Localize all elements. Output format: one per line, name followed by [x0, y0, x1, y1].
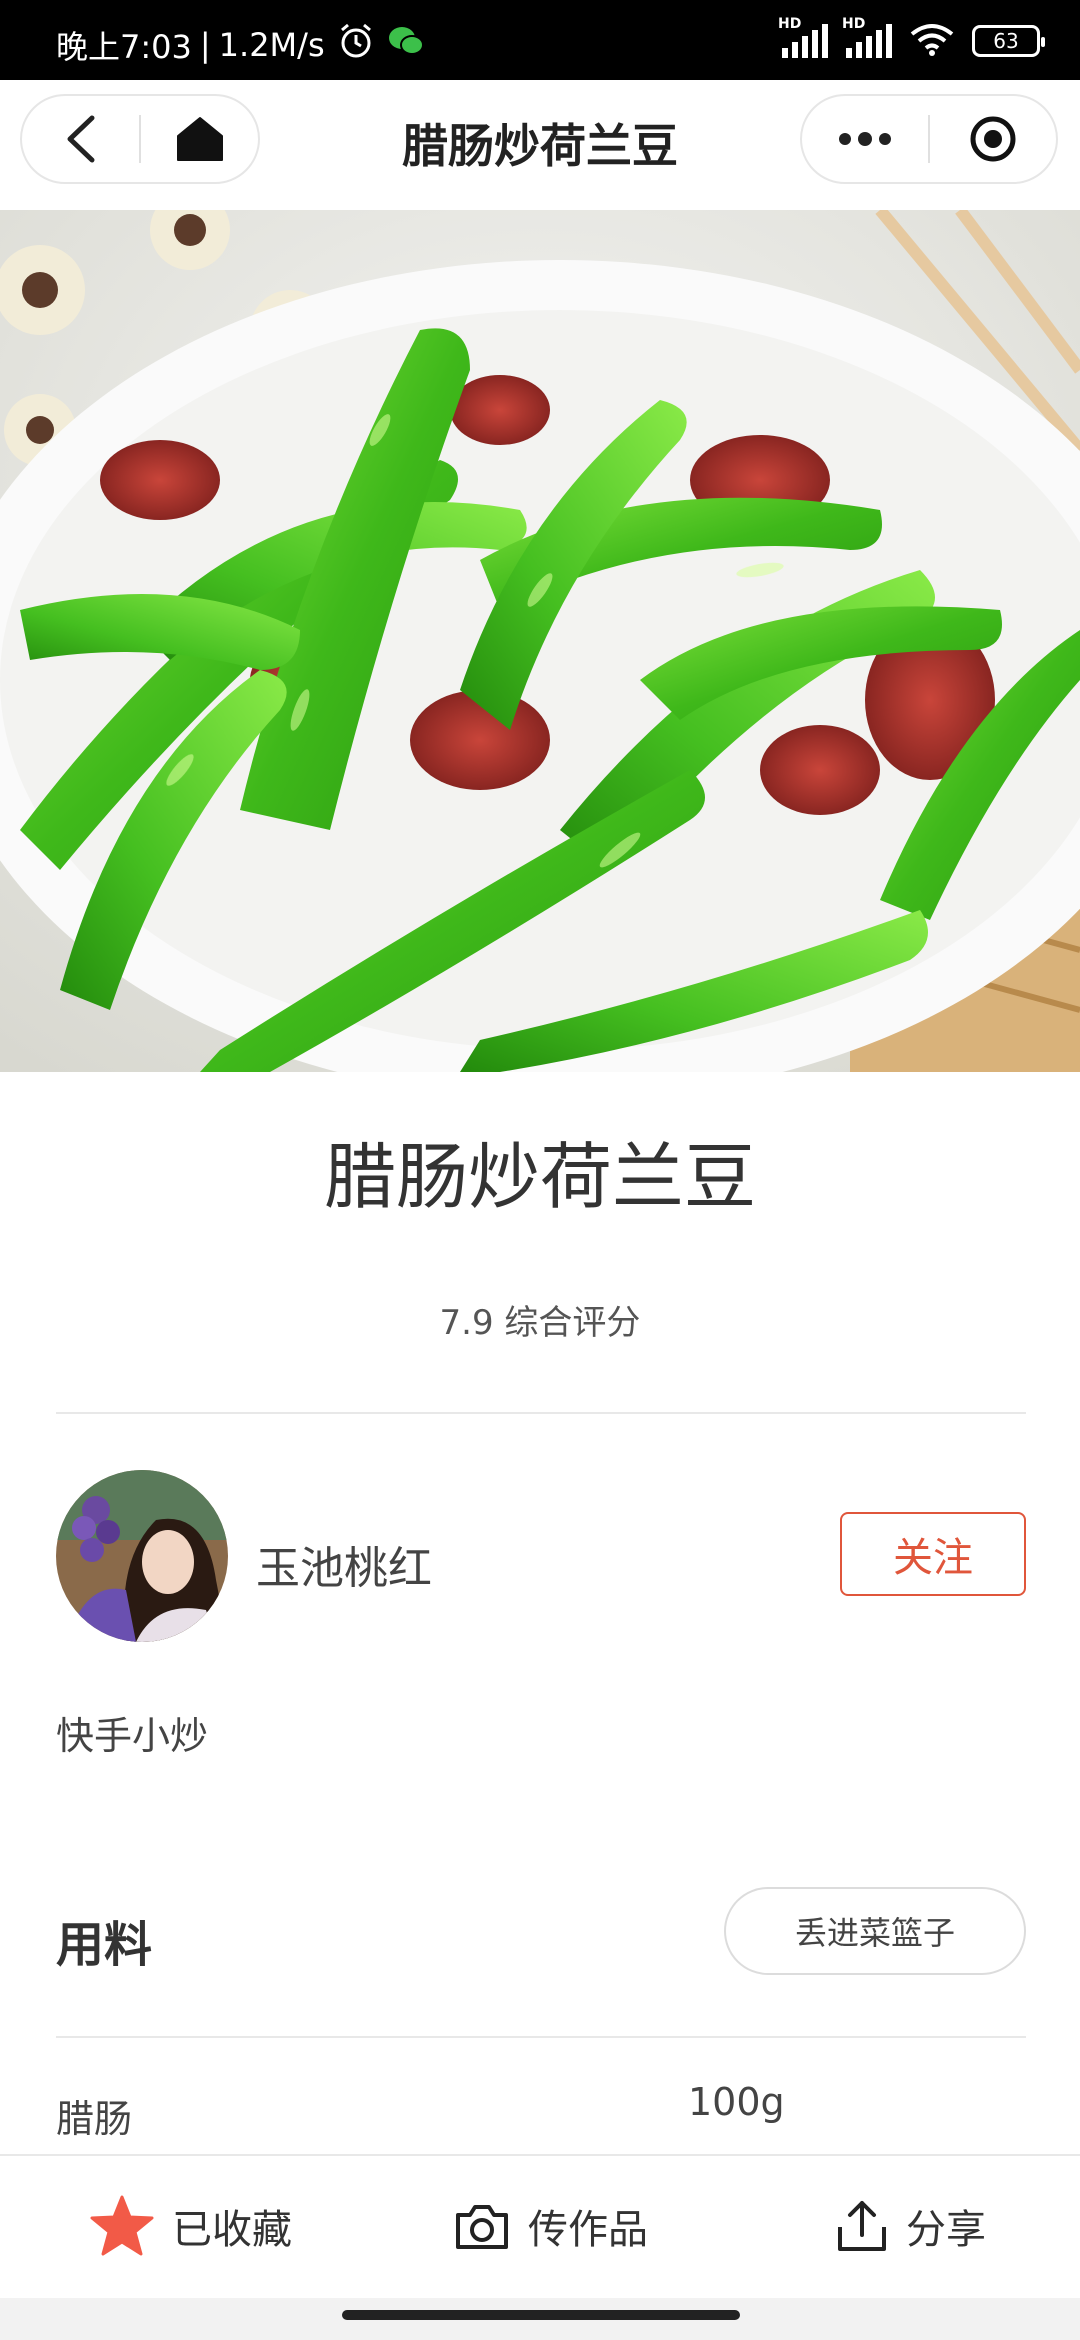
bottom-action-bar: 已收藏 传作品 分享: [0, 2154, 1080, 2298]
star-icon: [90, 2195, 154, 2256]
share-button[interactable]: 分享: [836, 2156, 986, 2296]
alarm-icon: [337, 22, 375, 68]
nav-capsule-right: [800, 94, 1058, 184]
ingredients-title: 用料: [56, 1917, 153, 1973]
battery-icon: 63: [972, 25, 1045, 57]
wifi-icon: [910, 22, 954, 60]
divider: [56, 2036, 1026, 2038]
share-label: 分享: [906, 2207, 986, 2253]
cell-signal-icon: HD: [778, 16, 828, 58]
author-name[interactable]: 玉池桃红: [256, 1532, 432, 1596]
recipe-title: 腊肠炒荷兰豆: [323, 1135, 756, 1219]
ingredient-amount: 100g: [688, 2080, 785, 2124]
sig2-hd-label: HD: [842, 16, 866, 32]
ingredient-name: 腊肠: [56, 2097, 133, 2141]
recipe-description: 快手小炒: [56, 1714, 209, 1758]
add-to-basket-button[interactable]: 丢进菜篮子: [724, 1887, 1026, 1975]
home-indicator[interactable]: [342, 2310, 740, 2320]
collect-button[interactable]: 已收藏: [90, 2156, 292, 2296]
battery-level: 63: [993, 29, 1019, 53]
collect-label: 已收藏: [172, 2207, 292, 2253]
more-dots-icon: [839, 132, 891, 146]
follow-button[interactable]: 关注: [840, 1512, 1026, 1596]
camera-icon: [456, 2205, 508, 2249]
wechat-icon: [387, 24, 425, 66]
status-left: 晚上7:03 | 1.2M/s: [56, 22, 425, 68]
cell-signal-icon-2: HD: [842, 16, 892, 58]
network-speed: 1.2M/s: [218, 26, 325, 64]
upload-label: 传作品: [528, 2207, 648, 2253]
divider: [56, 1412, 1026, 1414]
target-circle-icon: [970, 116, 1016, 162]
author-avatar[interactable]: [56, 1470, 228, 1642]
close-miniprogram-button[interactable]: [930, 96, 1056, 182]
sig1-hd-label: HD: [778, 16, 802, 32]
status-time: 晚上7:03: [56, 28, 192, 66]
rating-score: 7.9 综合评分: [439, 1303, 641, 1343]
upload-work-button[interactable]: 传作品: [454, 2156, 648, 2296]
nav-bar: 腊肠炒荷兰豆: [0, 80, 1080, 210]
recipe-hero-image: [0, 210, 1080, 1072]
status-bar: 晚上7:03 | 1.2M/s HD HD 63: [0, 0, 1080, 80]
status-separator: |: [199, 26, 211, 64]
share-icon: [838, 2201, 886, 2251]
more-button[interactable]: [802, 96, 928, 182]
status-right: HD HD 63: [778, 16, 1045, 60]
